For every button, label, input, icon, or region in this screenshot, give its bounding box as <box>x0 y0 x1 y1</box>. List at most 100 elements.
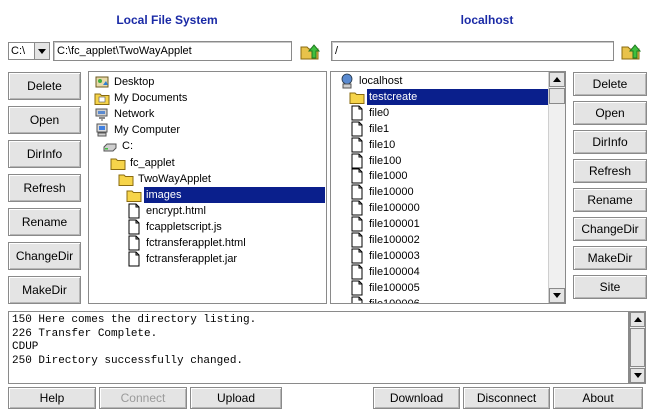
file-icon <box>349 168 365 184</box>
remote-open-button[interactable]: Open <box>573 101 647 125</box>
tree-node[interactable]: file100000 <box>349 200 420 216</box>
tree-node[interactable]: encrypt.html <box>126 203 206 219</box>
log-scroll-down-icon[interactable] <box>630 368 645 383</box>
remote-rename-button[interactable]: Rename <box>573 188 647 212</box>
tree-node[interactable]: testcreate <box>349 89 417 105</box>
tree-node[interactable]: C: <box>102 138 133 154</box>
local-path-input[interactable]: C:\fc_applet\TwoWayApplet <box>53 41 292 61</box>
tree-node-label: file100006 <box>369 297 420 304</box>
tree-node[interactable]: file100002 <box>349 232 420 248</box>
tree-node-label: file100004 <box>369 265 420 278</box>
local-makedir-button[interactable]: MakeDir <box>8 276 81 304</box>
tree-node-label: file100 <box>369 154 402 167</box>
tree-node[interactable]: file100005 <box>349 280 420 296</box>
tree-node[interactable]: file100003 <box>349 248 420 264</box>
tree-node[interactable]: fctransferapplet.html <box>126 235 246 251</box>
tree-node-label: images <box>146 188 182 201</box>
scroll-up-icon[interactable] <box>549 72 565 87</box>
scroll-thumb[interactable] <box>549 88 565 104</box>
drive-icon <box>102 138 118 154</box>
tree-node[interactable]: file100001 <box>349 216 420 232</box>
upload-button[interactable]: Upload <box>190 387 282 409</box>
scroll-down-icon[interactable] <box>549 288 565 303</box>
tree-node[interactable]: fctransferapplet.jar <box>126 251 237 267</box>
computer-icon <box>94 122 110 138</box>
help-button[interactable]: Help <box>8 387 96 409</box>
log-scroll-thumb[interactable] <box>630 328 645 367</box>
tree-node[interactable]: file100006 <box>349 296 420 304</box>
log-scrollbar[interactable] <box>629 311 646 384</box>
remote-changedir-button[interactable]: ChangeDir <box>573 217 647 241</box>
tree-node-label: My Documents <box>114 92 188 105</box>
local-open-button[interactable]: Open <box>8 106 81 134</box>
remote-makedir-button[interactable]: MakeDir <box>573 246 647 270</box>
tree-node-label: file100005 <box>369 281 420 294</box>
remote-dirinfo-button[interactable]: DirInfo <box>573 130 647 154</box>
folder-icon <box>126 187 142 203</box>
tree-node-label: file100003 <box>369 249 420 262</box>
tree-node-label: fctransferapplet.html <box>146 237 246 249</box>
tree-node[interactable]: My Computer <box>94 122 180 138</box>
tree-node[interactable]: TwoWayApplet <box>118 171 211 187</box>
tree-node[interactable]: file100004 <box>349 264 420 280</box>
tree-node-label: testcreate <box>369 90 418 103</box>
tree-node[interactable]: Network <box>94 106 154 122</box>
remote-refresh-button[interactable]: Refresh <box>573 159 647 183</box>
drive-select-value: C:\ <box>11 45 26 57</box>
tree-node-label: file10 <box>369 138 396 151</box>
remote-up-folder-icon[interactable] <box>620 41 642 61</box>
about-button[interactable]: About <box>553 387 643 409</box>
remote-path-input[interactable]: / <box>331 41 614 61</box>
local-up-folder-icon[interactable] <box>299 41 321 61</box>
local-refresh-button[interactable]: Refresh <box>8 174 81 202</box>
download-button[interactable]: Download <box>373 387 460 409</box>
folder-open-icon <box>110 155 126 171</box>
local-changedir-button[interactable]: ChangeDir <box>8 242 81 270</box>
log-output[interactable]: 150 Here comes the directory listing. 226… <box>8 311 629 384</box>
tree-node[interactable]: file10000 <box>349 184 414 200</box>
tree-node[interactable]: Desktop <box>94 74 154 90</box>
tree-node-label: C: <box>122 140 133 153</box>
tree-node[interactable]: localhost <box>339 73 402 89</box>
file-icon <box>349 264 365 280</box>
tree-node[interactable]: fcappletscript.js <box>126 219 222 235</box>
tree-node-label: file1000 <box>369 170 408 183</box>
tree-node[interactable]: My Documents <box>94 90 187 106</box>
tree-node[interactable]: file0 <box>349 105 389 121</box>
file-icon <box>349 280 365 296</box>
log-line: 250 Directory successfully changed. <box>12 354 244 367</box>
documents-folder-icon <box>94 90 110 106</box>
remote-delete-button[interactable]: Delete <box>573 72 647 96</box>
file-icon <box>126 251 142 267</box>
file-icon <box>349 296 365 303</box>
chevron-down-icon[interactable] <box>34 43 49 59</box>
folder-open-icon <box>118 171 134 187</box>
tree-node[interactable]: file100 <box>349 153 401 169</box>
tree-node-label: file1 <box>369 122 390 135</box>
drive-select[interactable]: C:\ <box>8 42 50 60</box>
connect-button[interactable]: Connect <box>99 387 187 409</box>
tree-node[interactable]: images <box>126 187 181 203</box>
tree-node[interactable]: fc_applet <box>110 155 175 171</box>
remote-site-button[interactable]: Site <box>573 275 647 299</box>
remote-file-tree[interactable]: localhost testcreate file0 file1 file10 file1… <box>330 71 566 304</box>
local-rename-button[interactable]: Rename <box>8 208 81 236</box>
tree-node[interactable]: file10 <box>349 137 395 153</box>
file-icon <box>126 219 142 235</box>
tree-node-label: My Computer <box>114 124 181 137</box>
tree-node-label: file10000 <box>369 186 414 199</box>
tree-node-label: file0 <box>369 106 390 119</box>
log-scroll-up-icon[interactable] <box>630 312 645 327</box>
local-dirinfo-button[interactable]: DirInfo <box>8 140 81 168</box>
remote-tree-scrollbar[interactable] <box>548 72 565 303</box>
tree-node[interactable]: file1000 <box>349 168 408 184</box>
tree-node-label: file100002 <box>369 234 420 246</box>
disconnect-button[interactable]: Disconnect <box>463 387 550 409</box>
tree-node[interactable]: file1 <box>349 121 389 137</box>
tree-node-label: localhost <box>359 75 403 87</box>
file-icon <box>349 121 365 137</box>
log-line: 150 Here comes the directory listing. <box>12 314 257 326</box>
local-file-tree[interactable]: Desktop My Documents Network My Computer C: f… <box>88 71 327 304</box>
desktop-icon <box>94 74 110 90</box>
local-delete-button[interactable]: Delete <box>8 72 81 100</box>
